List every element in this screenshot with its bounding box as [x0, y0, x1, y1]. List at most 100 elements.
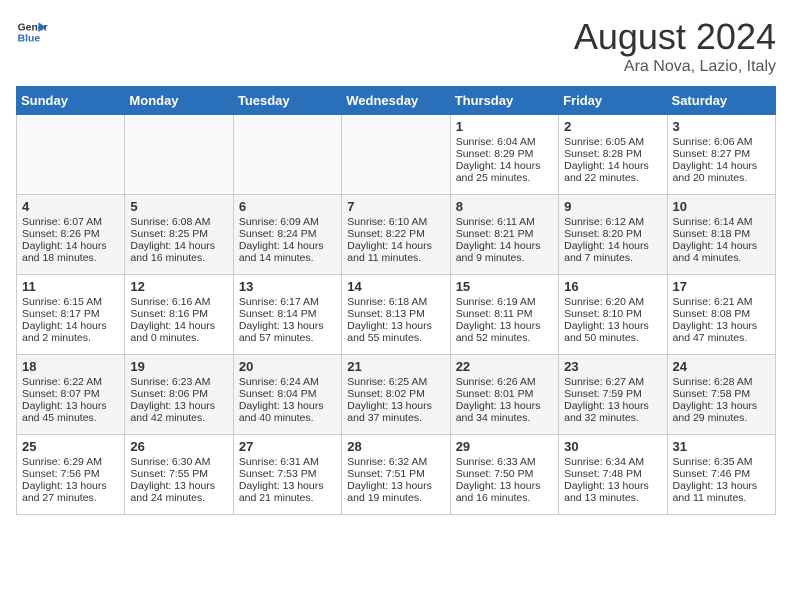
- day-info: Daylight: 13 hours and 32 minutes.: [564, 400, 661, 424]
- day-info: Sunset: 8:06 PM: [130, 388, 227, 400]
- day-info: Daylight: 13 hours and 55 minutes.: [347, 320, 444, 344]
- day-info: Sunset: 8:16 PM: [130, 308, 227, 320]
- calendar-cell: 16Sunrise: 6:20 AMSunset: 8:10 PMDayligh…: [559, 275, 667, 355]
- day-info: Sunrise: 6:10 AM: [347, 216, 444, 228]
- day-number: 11: [22, 279, 119, 294]
- day-info: Sunrise: 6:31 AM: [239, 456, 336, 468]
- day-info: Sunrise: 6:30 AM: [130, 456, 227, 468]
- day-header: Wednesday: [342, 87, 450, 115]
- day-info: Daylight: 14 hours and 7 minutes.: [564, 240, 661, 264]
- day-header: Thursday: [450, 87, 558, 115]
- calendar-cell: 28 Sunrise: 6:32 AMSunset: 7:51 PMDayligh…: [342, 435, 450, 515]
- day-info: Sunrise: 6:35 AM: [673, 456, 770, 468]
- day-info: Sunset: 7:59 PM: [564, 388, 661, 400]
- day-number: 16: [564, 279, 661, 294]
- calendar-table: SundayMondayTuesdayWednesdayThursdayFrid…: [16, 86, 776, 515]
- title-block: August 2024 Ara Nova, Lazio, Italy: [574, 16, 776, 76]
- day-info: Sunrise: 6:22 AM: [22, 376, 119, 388]
- day-info: Sunset: 8:08 PM: [673, 308, 770, 320]
- calendar-cell: 17Sunrise: 6:21 AMSunset: 8:08 PMDayligh…: [667, 275, 775, 355]
- day-info: Daylight: 13 hours and 45 minutes.: [22, 400, 119, 424]
- day-info: Daylight: 13 hours and 13 minutes.: [564, 480, 661, 504]
- day-info: Sunrise: 6:33 AM: [456, 456, 553, 468]
- calendar-cell: 2Sunrise: 6:05 AMSunset: 8:28 PMDaylight…: [559, 115, 667, 195]
- day-info: Sunset: 7:51 PM: [347, 468, 444, 480]
- day-info: Sunrise: 6:11 AM: [456, 216, 553, 228]
- day-info: Sunset: 8:21 PM: [456, 228, 553, 240]
- calendar-cell: 12Sunrise: 6:16 AMSunset: 8:16 PMDayligh…: [125, 275, 233, 355]
- calendar-cell: [342, 115, 450, 195]
- day-info: Daylight: 13 hours and 47 minutes.: [673, 320, 770, 344]
- calendar-cell: 19 Sunrise: 6:23 AMSunset: 8:06 PMDayligh…: [125, 355, 233, 435]
- day-info: Daylight: 13 hours and 21 minutes.: [239, 480, 336, 504]
- calendar-cell: 6Sunrise: 6:09 AMSunset: 8:24 PMDaylight…: [233, 195, 341, 275]
- day-number: 6: [239, 199, 336, 214]
- day-number: 1: [456, 119, 553, 134]
- calendar-cell: 21Sunrise: 6:25 AMSunset: 8:02 PMDayligh…: [342, 355, 450, 435]
- day-number: 20: [239, 359, 336, 374]
- day-info: Sunrise: 6:17 AM: [239, 296, 336, 308]
- svg-text:Blue: Blue: [18, 34, 41, 45]
- day-info: Daylight: 13 hours and 29 minutes.: [673, 400, 770, 424]
- day-info: Sunrise: 6:20 AM: [564, 296, 661, 308]
- day-number: 23: [564, 359, 661, 374]
- calendar-cell: 14 Sunrise: 6:18 AMSunset: 8:13 PMDayligh…: [342, 275, 450, 355]
- day-info: Sunrise: 6:24 AM: [239, 376, 336, 388]
- day-info: Sunrise: 6:15 AM: [22, 296, 119, 308]
- day-info: Sunrise: 6:25 AM: [347, 376, 444, 388]
- day-info: Sunrise: 6:29 AM: [22, 456, 119, 468]
- day-number: 14: [347, 279, 444, 294]
- day-info: Daylight: 13 hours and 34 minutes.: [456, 400, 553, 424]
- day-info: Sunrise: 6:28 AM: [673, 376, 770, 388]
- day-info: Sunrise: 6:07 AM: [22, 216, 119, 228]
- day-info: Sunrise: 6:32 AM: [347, 456, 444, 468]
- day-number: 10: [673, 199, 770, 214]
- day-info: Daylight: 14 hours and 20 minutes.: [673, 160, 770, 184]
- day-info: Sunrise: 6:18 AM: [347, 296, 444, 308]
- calendar-body: 1 Sunrise: 6:04 AMSunset: 8:29 PM Daylight…: [17, 115, 776, 515]
- day-info: Sunset: 8:13 PM: [347, 308, 444, 320]
- calendar-cell: 3Sunrise: 6:06 AMSunset: 8:27 PMDaylight…: [667, 115, 775, 195]
- calendar-week-row: 4Sunrise: 6:07 AMSunset: 8:26 PMDaylight…: [17, 195, 776, 275]
- day-number: 21: [347, 359, 444, 374]
- location-title: Ara Nova, Lazio, Italy: [574, 58, 776, 76]
- day-header: Monday: [125, 87, 233, 115]
- day-info: Sunrise: 6:27 AM: [564, 376, 661, 388]
- day-info: Sunset: 8:11 PM: [456, 308, 553, 320]
- day-info: Daylight: 13 hours and 19 minutes.: [347, 480, 444, 504]
- day-info: Daylight: 13 hours and 37 minutes.: [347, 400, 444, 424]
- calendar-cell: [125, 115, 233, 195]
- day-header: Sunday: [17, 87, 125, 115]
- calendar-week-row: 18Sunrise: 6:22 AMSunset: 8:07 PMDayligh…: [17, 355, 776, 435]
- calendar-cell: 27Sunrise: 6:31 AMSunset: 7:53 PMDayligh…: [233, 435, 341, 515]
- page-header: General Blue August 2024 Ara Nova, Lazio…: [16, 16, 776, 76]
- day-info: Sunset: 8:26 PM: [22, 228, 119, 240]
- day-number: 9: [564, 199, 661, 214]
- day-info: Daylight: 14 hours and 4 minutes.: [673, 240, 770, 264]
- calendar-cell: 29Sunrise: 6:33 AMSunset: 7:50 PMDayligh…: [450, 435, 558, 515]
- day-number: 19: [130, 359, 227, 374]
- day-number: 28: [347, 439, 444, 454]
- month-title: August 2024: [574, 16, 776, 58]
- day-info: Sunset: 8:29 PM: [456, 148, 553, 160]
- day-info: Sunrise: 6:09 AM: [239, 216, 336, 228]
- calendar-week-row: 25Sunrise: 6:29 AMSunset: 7:56 PMDayligh…: [17, 435, 776, 515]
- day-header: Tuesday: [233, 87, 341, 115]
- calendar-cell: 20Sunrise: 6:24 AMSunset: 8:04 PMDayligh…: [233, 355, 341, 435]
- calendar-cell: [17, 115, 125, 195]
- day-info: Sunrise: 6:05 AM: [564, 136, 661, 148]
- calendar-cell: 5Sunrise: 6:08 AMSunset: 8:25 PMDaylight…: [125, 195, 233, 275]
- day-info: Sunset: 8:07 PM: [22, 388, 119, 400]
- logo-icon: General Blue: [16, 16, 48, 48]
- day-info: Sunrise: 6:04 AM: [456, 136, 553, 148]
- day-number: 12: [130, 279, 227, 294]
- day-header: Saturday: [667, 87, 775, 115]
- day-number: 15: [456, 279, 553, 294]
- day-info: Daylight: 14 hours and 0 minutes.: [130, 320, 227, 344]
- day-info: Sunrise: 6:12 AM: [564, 216, 661, 228]
- calendar-cell: 25Sunrise: 6:29 AMSunset: 7:56 PMDayligh…: [17, 435, 125, 515]
- day-info: Sunrise: 6:23 AM: [130, 376, 227, 388]
- day-info: Sunset: 8:01 PM: [456, 388, 553, 400]
- day-info: Sunset: 8:28 PM: [564, 148, 661, 160]
- day-info: Daylight: 13 hours and 42 minutes.: [130, 400, 227, 424]
